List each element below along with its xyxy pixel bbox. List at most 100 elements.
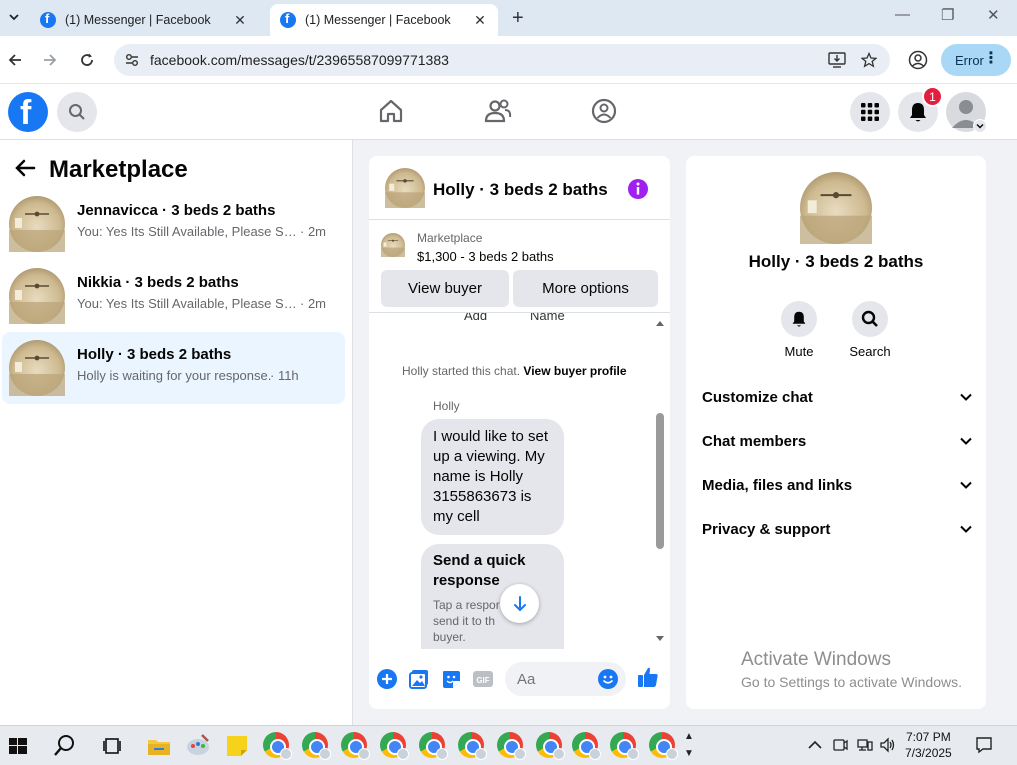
view-buyer-button[interactable]: View buyer xyxy=(381,270,509,307)
conversation-preview: Holly is waiting for your response. xyxy=(77,368,272,383)
taskbar-overflow-arrows-icon[interactable]: ▲ ▼ xyxy=(684,728,694,762)
tab-close-icon[interactable]: ✕ xyxy=(232,12,248,29)
chrome-window-icon-9[interactable] xyxy=(572,732,601,760)
taskbar-clock[interactable]: 7:07 PM 7/3/2025 xyxy=(905,729,952,761)
photo-icon[interactable] xyxy=(409,669,429,694)
groups-icon[interactable] xyxy=(591,98,617,129)
chrome-window-icon-5[interactable] xyxy=(419,732,448,760)
show-hidden-icons-icon[interactable] xyxy=(808,737,822,753)
reload-icon[interactable] xyxy=(77,50,97,70)
tab-search-chevron-icon[interactable] xyxy=(4,7,24,27)
facebook-header: f xyxy=(0,84,1017,140)
search-in-conversation-button[interactable]: Search xyxy=(840,301,900,359)
scroll-up-icon[interactable] xyxy=(656,319,664,327)
notification-center-icon[interactable] xyxy=(975,736,993,757)
file-explorer-icon[interactable] xyxy=(145,732,173,760)
meet-now-icon[interactable] xyxy=(832,737,848,756)
chrome-window-icon-7[interactable] xyxy=(497,732,526,760)
conversation-name: Jennavicca · 3 beds 2 baths xyxy=(77,202,276,219)
quick-response-card[interactable]: Send a quick response Tap a respor send … xyxy=(421,544,564,649)
chrome-window-icon-11[interactable] xyxy=(649,732,678,760)
network-icon[interactable] xyxy=(857,737,873,756)
search-facebook-button[interactable] xyxy=(57,92,97,132)
minimize-icon[interactable]: — xyxy=(895,6,910,23)
conversation-item-nikkia[interactable]: Nikkia · 3 beds 2 baths You: Yes Its Sti… xyxy=(2,260,345,332)
chevron-down-icon xyxy=(960,481,972,489)
plus-icon[interactable] xyxy=(377,669,397,694)
forward-icon[interactable] xyxy=(40,50,60,70)
back-icon[interactable] xyxy=(5,50,25,70)
browser-tab-2[interactable]: (1) Messenger | Facebook ✕ xyxy=(270,4,498,36)
site-settings-icon[interactable] xyxy=(124,52,140,73)
message-bubble: I would like to set up a viewing. My nam… xyxy=(421,419,564,535)
new-tab-icon[interactable]: + xyxy=(512,7,524,30)
section-customize-chat[interactable]: Customize chat xyxy=(702,382,972,412)
scrollbar-thumb[interactable] xyxy=(656,413,664,549)
chrome-window-icon-3[interactable] xyxy=(341,732,370,760)
facebook-favicon-icon xyxy=(40,11,56,28)
home-icon[interactable] xyxy=(378,98,404,129)
chrome-window-icon-10[interactable] xyxy=(610,732,639,760)
chat-panel: Holly · 3 beds 2 baths Marketplace $1,30… xyxy=(369,156,670,709)
back-arrow-icon[interactable] xyxy=(14,159,36,182)
browser-tab-1[interactable]: (1) Messenger | Facebook ✕ xyxy=(30,4,258,36)
chrome-window-icon-8[interactable] xyxy=(536,732,565,760)
chevron-down-icon xyxy=(960,393,972,401)
taskbar-search-icon[interactable] xyxy=(51,732,79,760)
address-bar[interactable]: facebook.com/messages/t/2396558709977138… xyxy=(114,44,890,76)
window-close-icon[interactable]: ✕ xyxy=(987,6,1000,24)
listing-avatar xyxy=(9,268,65,324)
chrome-window-icon-4[interactable] xyxy=(380,732,409,760)
clipped-label-add: Add xyxy=(464,312,488,323)
sender-name: Holly xyxy=(433,399,460,413)
chrome-window-icon-2[interactable] xyxy=(302,732,331,760)
chat-title[interactable]: Holly · 3 beds 2 baths xyxy=(433,180,608,200)
section-media-files-links[interactable]: Media, files and links xyxy=(702,470,972,500)
view-buyer-profile-link[interactable]: View buyer profile xyxy=(523,364,626,378)
mute-button[interactable]: Mute xyxy=(769,301,829,359)
listing-label: Marketplace xyxy=(417,231,483,245)
sticky-notes-icon[interactable] xyxy=(223,732,251,760)
task-view-icon[interactable] xyxy=(99,732,127,760)
facebook-logo-icon[interactable]: f xyxy=(8,92,48,132)
clock-date: 7/3/2025 xyxy=(905,746,952,760)
chrome-window-icon-6[interactable] xyxy=(458,732,487,760)
conversation-preview: You: Yes Its Still Available, Please Sen… xyxy=(77,296,297,311)
search-icon xyxy=(852,301,888,337)
bell-icon xyxy=(781,301,817,337)
clock-time: 7:07 PM xyxy=(906,730,951,744)
friends-icon[interactable] xyxy=(484,98,512,129)
emoji-icon[interactable] xyxy=(598,669,618,694)
windows-start-icon[interactable] xyxy=(4,732,32,760)
chat-avatar[interactable] xyxy=(385,168,425,208)
sticker-icon[interactable] xyxy=(441,669,461,694)
section-chat-members[interactable]: Chat members xyxy=(702,426,972,456)
grid-menu-icon xyxy=(861,103,879,121)
paint-app-icon[interactable] xyxy=(184,732,212,760)
more-options-button[interactable]: More options xyxy=(513,270,658,307)
bookmark-star-icon[interactable] xyxy=(860,51,878,73)
message-thread[interactable]: Add Name Holly started this chat. View b… xyxy=(369,312,670,649)
conversation-item-jennavicca[interactable]: Jennavicca · 3 beds 2 baths You: Yes Its… xyxy=(2,188,345,260)
menu-button[interactable] xyxy=(850,92,890,132)
chrome-window-icon-1[interactable] xyxy=(263,732,292,760)
browser-menu-icon[interactable]: ⋮ xyxy=(983,51,999,67)
tab-close-icon[interactable]: ✕ xyxy=(472,12,488,29)
profile-icon[interactable] xyxy=(908,50,928,75)
browser-toolbar: facebook.com/messages/t/2396558709977138… xyxy=(0,36,1017,84)
scroll-to-bottom-button[interactable] xyxy=(500,584,539,623)
account-avatar[interactable] xyxy=(946,92,987,133)
volume-icon[interactable] xyxy=(879,737,897,756)
chat-started-text: Holly started this chat. xyxy=(402,364,521,378)
restore-icon[interactable]: ❐ xyxy=(941,6,954,24)
info-icon[interactable] xyxy=(627,178,649,205)
thumbs-up-icon[interactable] xyxy=(637,666,659,693)
gif-icon[interactable]: GIF xyxy=(472,669,494,694)
profile-error-button[interactable]: Error ⋮ xyxy=(941,44,1011,76)
scroll-down-icon[interactable] xyxy=(656,635,664,643)
install-app-icon[interactable] xyxy=(828,52,846,73)
conversation-item-holly[interactable]: Holly · 3 beds 2 baths Holly is waiting … xyxy=(2,332,345,404)
thread-scrollbar[interactable] xyxy=(656,319,664,643)
listing-avatar xyxy=(9,196,65,252)
section-privacy-support[interactable]: Privacy & support xyxy=(702,514,972,544)
